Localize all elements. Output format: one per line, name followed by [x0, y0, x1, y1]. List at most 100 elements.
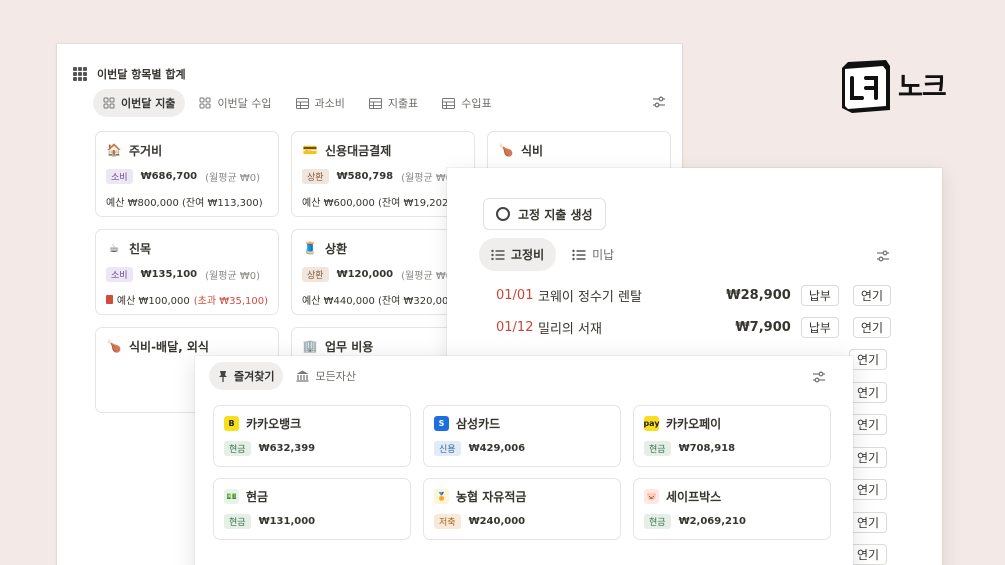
- account-type-badge: 현금: [644, 514, 671, 529]
- defer-button[interactable]: 연기: [849, 544, 888, 565]
- defer-button[interactable]: 연기: [849, 511, 888, 533]
- account-name: 현금: [246, 489, 269, 504]
- pay-button[interactable]: 납부: [800, 284, 839, 306]
- grid-icon: [73, 67, 87, 81]
- account-card[interactable]: pay 카카오페이 현금 ₩708,918: [633, 405, 831, 467]
- account-balance-row: 현금 ₩2,069,210: [644, 514, 820, 529]
- budget-text: 예산 ₩100,000: [116, 296, 190, 307]
- account-type-badge: 현금: [224, 514, 251, 529]
- pay-button[interactable]: 납부: [800, 316, 839, 338]
- type-badge: 상환: [302, 169, 329, 184]
- drumstick-icon: 🍗: [106, 339, 122, 353]
- tab-label: 고정비: [511, 248, 545, 262]
- bill-amount: ₩7,900: [735, 319, 791, 335]
- account-balance: ₩2,069,210: [678, 516, 746, 527]
- brand-text: 노크: [898, 71, 947, 103]
- category-card[interactable]: 🏠 주거비 소비 ₩686,700 (월평균 ₩0) 예산 ₩800,000 (잔여 ₩1…: [95, 131, 279, 217]
- warning-icon: [106, 295, 113, 304]
- budget-row: 예산 ₩800,000 (잔여 ₩113,300): [106, 194, 268, 209]
- settings-sliders-icon[interactable]: [875, 248, 891, 264]
- account-logo-icon: B: [224, 415, 239, 431]
- defer-button[interactable]: 연기: [849, 479, 888, 500]
- account-card[interactable]: 💵 현금 현금 ₩131,000: [213, 478, 411, 540]
- budget-text: 예산 ₩600,000 (잔여 ₩19,202): [302, 198, 453, 209]
- defer-button[interactable]: 연기: [849, 446, 888, 468]
- tab-3[interactable]: 지출표: [359, 89, 428, 117]
- account-card[interactable]: 🐷 세이프박스현금 ₩2,069,210: [633, 478, 831, 540]
- defer-button[interactable]: 연기: [852, 316, 891, 338]
- account-card[interactable]: B 카카오뱅크현금 ₩632,399: [213, 405, 411, 467]
- card-name: 친목: [129, 241, 152, 256]
- account-type-badge: 현금: [644, 441, 671, 456]
- bill-row: 01/01 코웨이 정수기 렌탈 ₩28,900 납부 연기: [496, 284, 891, 306]
- due-date: 01/01: [496, 287, 534, 303]
- card-name: 신용대금결제: [325, 143, 392, 158]
- card-name: 식비: [521, 143, 544, 158]
- table-icon: [295, 97, 309, 109]
- drumstick-icon: 🍗: [498, 143, 514, 157]
- due-date: 01/12: [496, 319, 534, 335]
- defer-button[interactable]: 연기: [849, 414, 888, 435]
- coffee-icon: ☕: [108, 241, 120, 255]
- account-title: 🐷 세이프박스: [644, 488, 820, 504]
- account-card[interactable]: S 삼성카드 신용 ₩429,006: [423, 405, 621, 467]
- budget-row: 예산 ₩100,000 (초과 ₩35,100): [106, 292, 268, 307]
- account-logo-icon: 🏅: [434, 488, 449, 504]
- settings-sliders-icon[interactable]: [651, 94, 667, 110]
- defer-button[interactable]: 연기: [852, 284, 891, 306]
- tab-0[interactable]: 즐겨찾기: [209, 362, 284, 390]
- tab-2[interactable]: 과소비: [286, 89, 355, 117]
- account-title: S 삼성카드: [434, 415, 610, 431]
- type-badge: 상환: [302, 267, 329, 282]
- account-balance-row: 저축 ₩240,000: [434, 514, 610, 529]
- type-badge: 소비: [106, 169, 133, 184]
- account-type-badge: 현금: [224, 441, 251, 456]
- bill-amount: ₩28,900: [726, 287, 791, 303]
- thread-icon: 🧵: [302, 241, 318, 255]
- spent-amount: ₩120,000: [336, 269, 394, 280]
- account-name: 카카오뱅크: [246, 416, 302, 431]
- tab-0[interactable]: 이번달 지출: [93, 89, 186, 117]
- spent-amount: ₩686,700: [140, 171, 198, 182]
- settings-sliders-icon[interactable]: [811, 369, 827, 385]
- tab-label: 수입표: [461, 97, 492, 110]
- tab-1[interactable]: 이번달 수입: [189, 89, 281, 117]
- list-icon: [491, 249, 505, 261]
- house-icon: 🏠: [106, 143, 122, 157]
- summary-header: 이번달 항목별 합계: [73, 66, 186, 82]
- card-title: 🏢 업무 비용: [302, 338, 464, 354]
- brand-cube-icon: [842, 60, 890, 113]
- table-icon: [368, 97, 382, 109]
- card-amount-row: 소비 ₩135,100 (월평균 ₩0): [106, 267, 268, 282]
- account-card[interactable]: 🏅 농협 자유적금 저축 ₩240,000: [423, 478, 621, 540]
- monthly-average: (월평균 ₩0): [205, 173, 260, 184]
- tab-label: 이번달 지출: [121, 97, 176, 110]
- tab-1[interactable]: 모든자산: [287, 362, 364, 390]
- account-balance-row: 현금 ₩632,399: [224, 441, 400, 456]
- defer-button[interactable]: 연기: [849, 349, 888, 370]
- create-fixed-expense-button[interactable]: 고정 지출 생성: [483, 198, 606, 230]
- card-name: 상환: [325, 241, 348, 256]
- gallery-icon: [103, 97, 115, 109]
- tab-4[interactable]: 수입표: [432, 89, 501, 117]
- tab-1[interactable]: 미납: [560, 238, 626, 271]
- card-amount-row: 상환 ₩580,798 (월평균 ₩0): [302, 169, 464, 184]
- gallery-icon: [199, 97, 211, 109]
- tab-label: 미납: [592, 248, 615, 262]
- bill-name: 밀리의 서재: [538, 321, 602, 337]
- spent-amount: ₩580,798: [336, 171, 394, 182]
- office-icon: 🏢: [302, 339, 318, 353]
- defer-button[interactable]: 연기: [849, 381, 888, 403]
- tab-label: 즐겨찾기: [234, 370, 275, 383]
- category-card[interactable]: ☕ 친목소비 ₩135,100 (월평균 ₩0) 예산 ₩100,000 (초과 ₩35,…: [95, 229, 279, 315]
- assets-tabs: 즐겨찾기 모든자산: [209, 362, 365, 390]
- tab-label: 모든자산: [315, 370, 356, 383]
- account-balance: ₩240,000: [468, 516, 526, 527]
- card-amount-row: 소비 ₩686,700 (월평균 ₩0): [106, 169, 268, 184]
- monthly-average: (월평균 ₩0): [205, 271, 260, 282]
- pin-icon: [218, 370, 228, 382]
- tab-0[interactable]: 고정비: [479, 238, 557, 271]
- account-balance: ₩131,000: [258, 516, 316, 527]
- card-title: 💳 신용대금결제: [302, 142, 464, 158]
- account-balance-row: 현금 ₩131,000: [224, 514, 400, 529]
